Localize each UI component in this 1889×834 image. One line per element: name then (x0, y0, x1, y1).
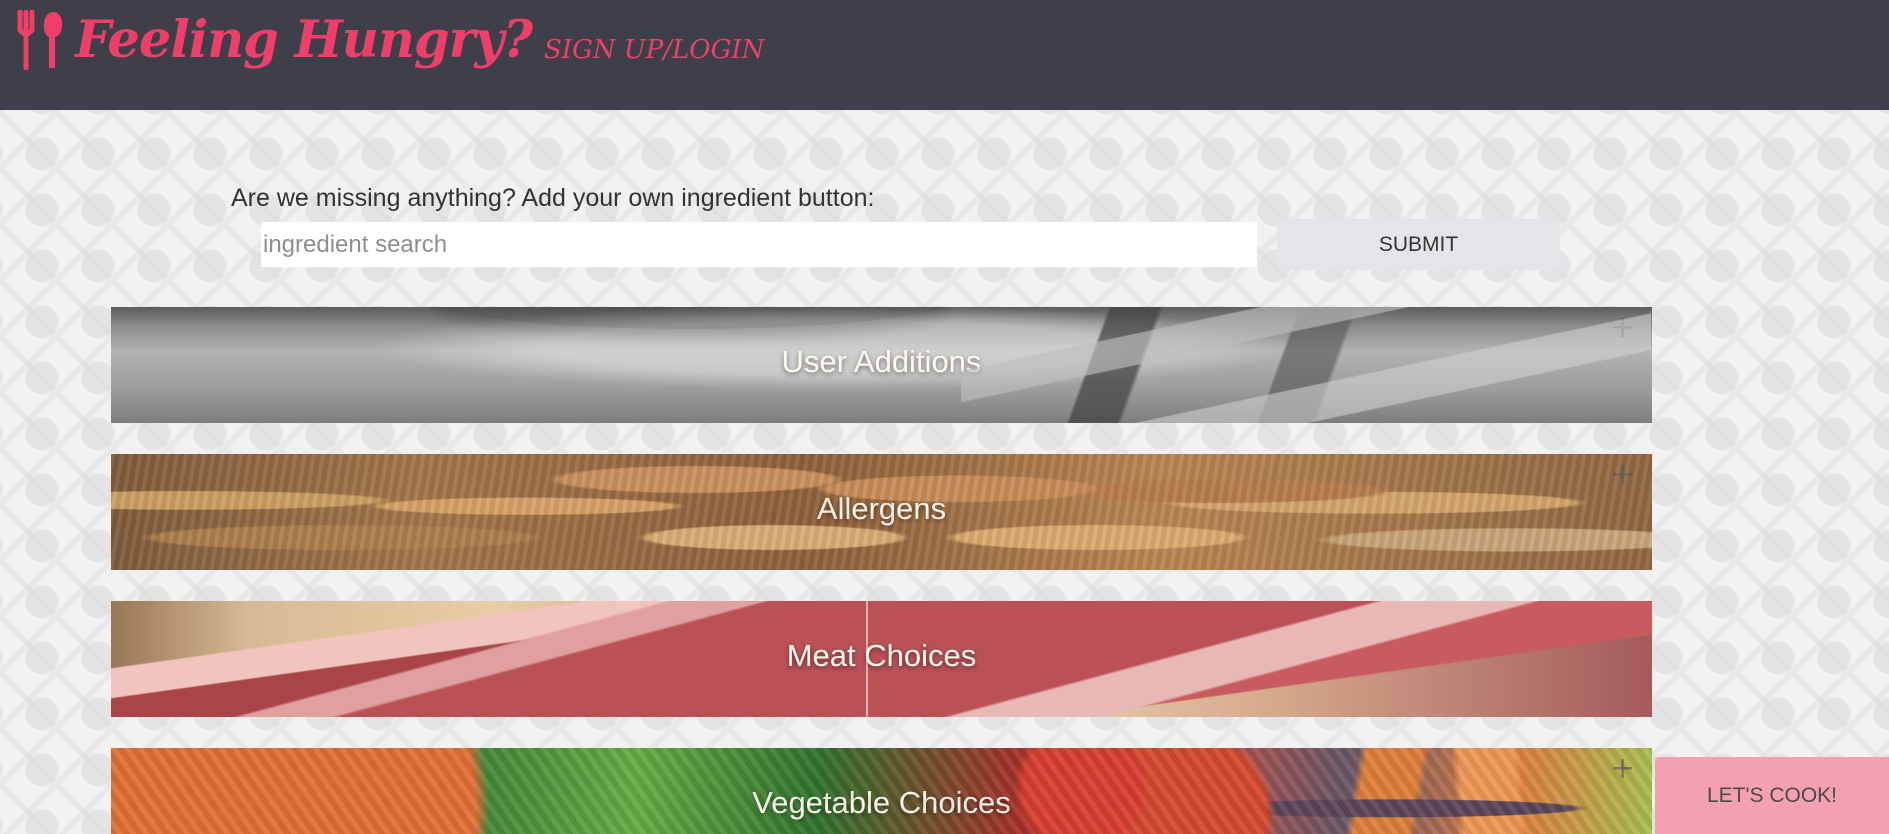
top-navigation-bar: Feeling Hungry? SIGN UP/LOGIN (0, 0, 1889, 110)
vegetable-choices-category[interactable]: Vegetable Choices + (111, 748, 1652, 834)
site-title: Feeling Hungry? (75, 10, 533, 70)
plus-icon[interactable]: + (1610, 754, 1635, 784)
meat-choices-category[interactable]: Meat Choices (111, 601, 1652, 717)
ingredient-search-input[interactable] (261, 222, 1257, 267)
category-title: User Additions (781, 344, 982, 379)
add-ingredient-prompt: Are we missing anything? Add your own in… (231, 184, 875, 212)
category-title: Vegetable Choices (752, 785, 1011, 820)
site-brand[interactable]: Feeling Hungry? (14, 10, 533, 70)
category-title: Meat Choices (786, 638, 977, 673)
submit-ingredient-button[interactable]: SUBMIT (1277, 219, 1560, 270)
category-title: Allergens (816, 491, 947, 526)
sign-up-login-link[interactable]: SIGN UP/LOGIN (544, 33, 764, 67)
user-additions-category[interactable]: User Additions + (111, 307, 1652, 423)
plus-icon[interactable]: + (1610, 313, 1635, 343)
allergens-category[interactable]: Allergens + (111, 454, 1652, 570)
fork-and-spoon-icon (17, 10, 63, 70)
lets-cook-button[interactable]: LET'S COOK! (1655, 757, 1889, 834)
plus-icon[interactable]: + (1610, 460, 1635, 490)
